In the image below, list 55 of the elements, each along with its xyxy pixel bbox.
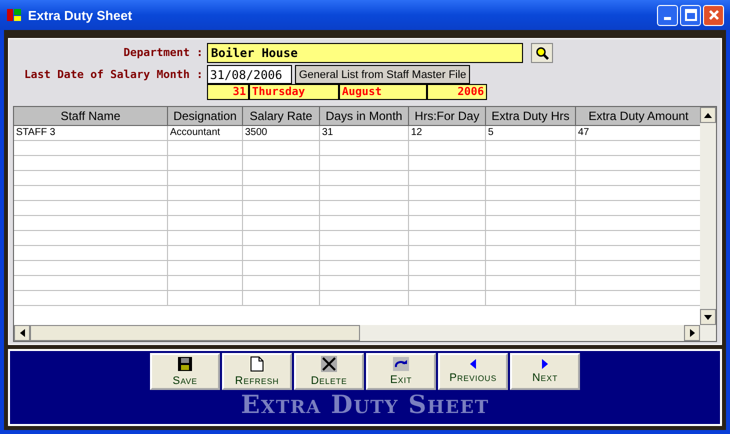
search-button[interactable]	[531, 43, 553, 63]
banner-title: Extra Duty Sheet	[240, 390, 490, 420]
refresh-button[interactable]: Refresh	[222, 353, 292, 390]
column-header[interactable]: Extra Duty Hrs	[486, 107, 576, 126]
column-header[interactable]: Hrs:For Day	[409, 107, 486, 126]
general-list-button[interactable]: General List from Staff Master File	[295, 65, 470, 84]
table-cell: 12	[409, 126, 486, 141]
down-arrow-icon	[704, 314, 712, 320]
column-header[interactable]: Designation	[168, 107, 243, 126]
scroll-down-button[interactable]	[700, 309, 716, 325]
date-label: Last Date of Salary Month :	[23, 67, 203, 81]
maximize-icon	[684, 9, 696, 21]
delete-icon	[321, 356, 337, 372]
close-icon	[708, 9, 720, 21]
vertical-scrollbar[interactable]	[700, 107, 716, 325]
table-cell: 5	[486, 126, 576, 141]
left-arrow-icon	[20, 329, 24, 337]
table-cell: Accountant	[168, 126, 243, 141]
right-arrow-icon	[542, 359, 548, 369]
maximize-button[interactable]	[680, 4, 701, 26]
redo-icon	[393, 357, 409, 371]
table-cell: 31	[320, 126, 409, 141]
table-cell: STAFF 3	[14, 126, 168, 141]
delete-button[interactable]: Delete	[294, 353, 364, 390]
month-display: August	[339, 84, 427, 100]
day-display: 31	[207, 84, 249, 100]
column-header[interactable]: Extra Duty Amount	[576, 107, 700, 126]
scroll-up-button[interactable]	[700, 107, 716, 123]
close-button[interactable]	[703, 4, 724, 26]
window-title: Extra Duty Sheet	[28, 8, 134, 22]
document-icon	[250, 356, 264, 372]
column-header[interactable]: Salary Rate	[243, 107, 320, 126]
scroll-left-button[interactable]	[14, 325, 30, 341]
right-arrow-icon	[690, 329, 694, 337]
scroll-right-button[interactable]	[684, 325, 700, 341]
exit-button[interactable]: Exit	[366, 353, 436, 390]
minimize-icon	[664, 17, 671, 20]
next-button[interactable]: Next	[510, 353, 580, 390]
column-header[interactable]: Staff Name	[14, 107, 168, 126]
save-button[interactable]: Save	[150, 353, 220, 390]
minimize-button[interactable]	[657, 4, 678, 26]
department-label: Department :	[122, 45, 203, 59]
department-field[interactable]: Boiler House	[207, 43, 523, 63]
weekday-display: Thursday	[249, 84, 339, 100]
previous-button[interactable]: Previous	[438, 353, 508, 390]
column-header[interactable]: Days in Month	[320, 107, 409, 126]
year-display: 2006	[427, 84, 487, 100]
scroll-thumb[interactable]	[30, 325, 360, 341]
table-cell: 3500	[243, 126, 320, 141]
left-arrow-icon	[470, 359, 476, 369]
date-field[interactable]: 31/08/2006	[207, 65, 292, 84]
floppy-icon	[177, 356, 193, 372]
up-arrow-icon	[704, 112, 712, 118]
app-icon	[6, 7, 22, 23]
horizontal-scrollbar[interactable]	[14, 325, 716, 341]
